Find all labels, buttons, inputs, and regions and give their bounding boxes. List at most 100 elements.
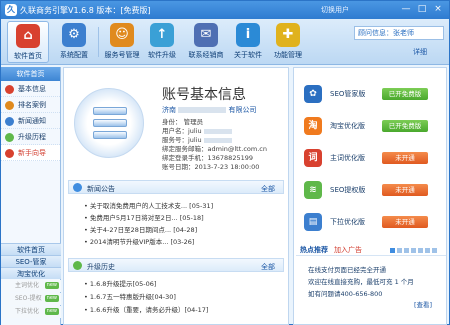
toolbar-home-button[interactable]: ⌂ 软件首页: [7, 21, 49, 63]
tool-row-seo-boost: ≋ SEO提权版 未开通: [294, 176, 446, 206]
tool-status-button[interactable]: 未开通: [382, 152, 428, 164]
info-icon: [5, 85, 14, 94]
sidebar-header: 软件首页: [1, 67, 60, 81]
ranking-icon: [5, 101, 14, 110]
redacted-block: [203, 128, 232, 134]
sidebar-item-news[interactable]: 新闻通知: [1, 113, 60, 129]
promo-line: 在线支付页面已经完全开通: [308, 266, 386, 274]
news-item[interactable]: • 关于4-27日至28日期间点... [04-28]: [84, 224, 197, 234]
news-panel-title: 新闻公告: [87, 185, 115, 193]
tool-status-button[interactable]: 未开通: [382, 216, 428, 228]
main-toolbar: ⌂ 软件首页 ⚙ 系统配置 ☺ 服务号管理 ↑ 软件升级 ✉ 联系经销商 i 关…: [1, 19, 449, 65]
sidebar-item-guide[interactable]: 新手向导: [1, 145, 60, 161]
redacted-block: [203, 137, 232, 143]
app-logo-icon: 久: [5, 4, 17, 16]
toolbar-upgrade-button[interactable]: ↑ 软件升级: [141, 21, 183, 63]
close-button[interactable]: ×: [431, 3, 445, 16]
tool-status-button[interactable]: 未开通: [382, 184, 428, 196]
toolbar-label: 服务号管理: [104, 51, 140, 59]
switch-user-link[interactable]: 切换用户: [321, 5, 349, 15]
toolbar-features-button[interactable]: ✚ 功能管理: [267, 21, 309, 63]
app-window: 久 久联商务引擎V1.6.8 版本：[免费版] 切换用户 — □ × ⌂ 软件首…: [0, 0, 450, 325]
server-unit: [93, 107, 127, 115]
signal-icon: ≋: [304, 181, 322, 199]
sidebar-sub-keyword[interactable]: 主词优化 new: [1, 280, 61, 292]
carousel-pager: [390, 247, 439, 255]
redacted-block: [178, 107, 227, 113]
sidebar-item-cases[interactable]: 排名案例: [1, 97, 60, 113]
tool-name: SEO管家版: [330, 90, 366, 98]
company-name: 济南 有限公司: [162, 105, 256, 115]
pager-dot[interactable]: [425, 248, 430, 253]
news-item[interactable]: • 2014清明节升级VIP版本... [03-26]: [84, 236, 194, 246]
tool-name: 下拉优化版: [330, 218, 365, 226]
home-icon: ⌂: [16, 24, 40, 48]
history-icon: [73, 261, 82, 270]
pager-dot[interactable]: [418, 248, 423, 253]
upgrade-item[interactable]: • 1.6.6升级（重要，请务必升级）[04-17]: [84, 304, 208, 314]
tool-name: SEO提权版: [330, 186, 366, 194]
hot-recommend-header: 热点推荐 加入广告: [296, 242, 446, 256]
keyword-icon: 词: [304, 149, 322, 167]
sidebar-sub-seo-boost[interactable]: SEO-提权 new: [1, 293, 61, 305]
gear-icon: ⚙: [62, 23, 86, 47]
toolbar-contact-button[interactable]: ✉ 联系经销商: [185, 21, 227, 63]
server-unit: [93, 131, 127, 139]
upgrade-all-link[interactable]: 全部: [261, 262, 275, 272]
contact-icon: ✉: [194, 23, 218, 47]
promo-line: 欢迎在线直接充购，最低可充 1 个月: [308, 278, 414, 286]
sidebar: 软件首页 基本信息 排名案例 新闻通知 升级历程 新手向导 软件首页 SEO-管…: [1, 67, 61, 325]
tool-name: 主词优化版: [330, 154, 365, 162]
server-illustration-icon: [74, 88, 144, 158]
guide-icon: [5, 149, 14, 158]
toolbar-about-button[interactable]: i 关于软件: [227, 21, 269, 63]
sidebar-group-taobao[interactable]: 淘宝优化: [1, 267, 61, 279]
new-badge: new: [44, 308, 59, 315]
dropdown-icon: ▤: [304, 213, 322, 231]
sidebar-sub-dropdown[interactable]: 下拉优化 new: [1, 306, 61, 318]
pager-dot[interactable]: [390, 248, 395, 253]
news-icon: [5, 117, 14, 126]
company-suffix: 有限公司: [228, 106, 257, 114]
advisor-detail-link[interactable]: 详细: [413, 47, 427, 57]
tool-status-button[interactable]: 已开免费版: [382, 120, 428, 132]
news-item[interactable]: • 免费用户5月17日将对至2日... [05-18]: [84, 212, 204, 222]
sidebar-item-history[interactable]: 升级历程: [1, 129, 60, 145]
toolbar-label: 功能管理: [274, 51, 302, 59]
toolbar-label: 软件升级: [148, 51, 176, 59]
users-icon: ☺: [110, 23, 134, 47]
pager-dot[interactable]: [411, 248, 416, 253]
news-all-link[interactable]: 全部: [261, 184, 275, 194]
pager-dot[interactable]: [432, 248, 437, 253]
news-item[interactable]: • 关于取消免费用户的人工技术支... [05-31]: [84, 200, 213, 210]
sidebar-item-label: 新手向导: [18, 149, 46, 157]
view-promo-link[interactable]: [查看]: [414, 299, 432, 309]
sidebar-sub-label: 主词优化: [15, 282, 40, 289]
upgrade-panel-title: 升级历史: [87, 263, 115, 271]
maximize-button[interactable]: □: [415, 3, 429, 16]
upgrade-item[interactable]: • 1.6.7五一特惠版升级[04-30]: [84, 291, 176, 301]
upgrade-item[interactable]: • 1.6.8升级提示[05-06]: [84, 278, 156, 288]
tool-row-taobao: 淘 淘宝优化版 已开免费版: [294, 112, 446, 142]
tool-status-button[interactable]: 已开免费版: [382, 88, 428, 100]
tool-status-panel: ✿ SEO管家版 已开免费版 淘 淘宝优化版 已开免费版 词 主词优化版 未开通…: [293, 67, 447, 325]
company-prefix: 济南: [162, 106, 176, 114]
toolbar-service-button[interactable]: ☺ 服务号管理: [101, 21, 143, 63]
pager-dot[interactable]: [397, 248, 402, 253]
toolbar-config-button[interactable]: ⚙ 系统配置: [53, 21, 95, 63]
pager-dot[interactable]: [404, 248, 409, 253]
sidebar-sub-label: SEO-提权: [15, 295, 42, 302]
new-badge: new: [44, 295, 59, 302]
join-ad-link[interactable]: 加入广告: [334, 245, 362, 255]
news-icon: [73, 183, 82, 192]
advisor-info-box: 顾问信息：张老师: [354, 26, 444, 40]
sidebar-item-label: 基本信息: [18, 85, 46, 93]
sidebar-item-basic-info[interactable]: 基本信息: [1, 81, 60, 97]
sidebar-group-home[interactable]: 软件首页: [1, 243, 61, 255]
sidebar-group-seo[interactable]: SEO-管家: [1, 255, 61, 267]
news-panel-header: 新闻公告 全部: [68, 180, 284, 194]
tool-row-dropdown: ▤ 下拉优化版 未开通: [294, 208, 446, 238]
minimize-button[interactable]: —: [399, 3, 413, 16]
sidebar-item-label: 新闻通知: [18, 117, 46, 125]
server-unit: [93, 119, 127, 127]
